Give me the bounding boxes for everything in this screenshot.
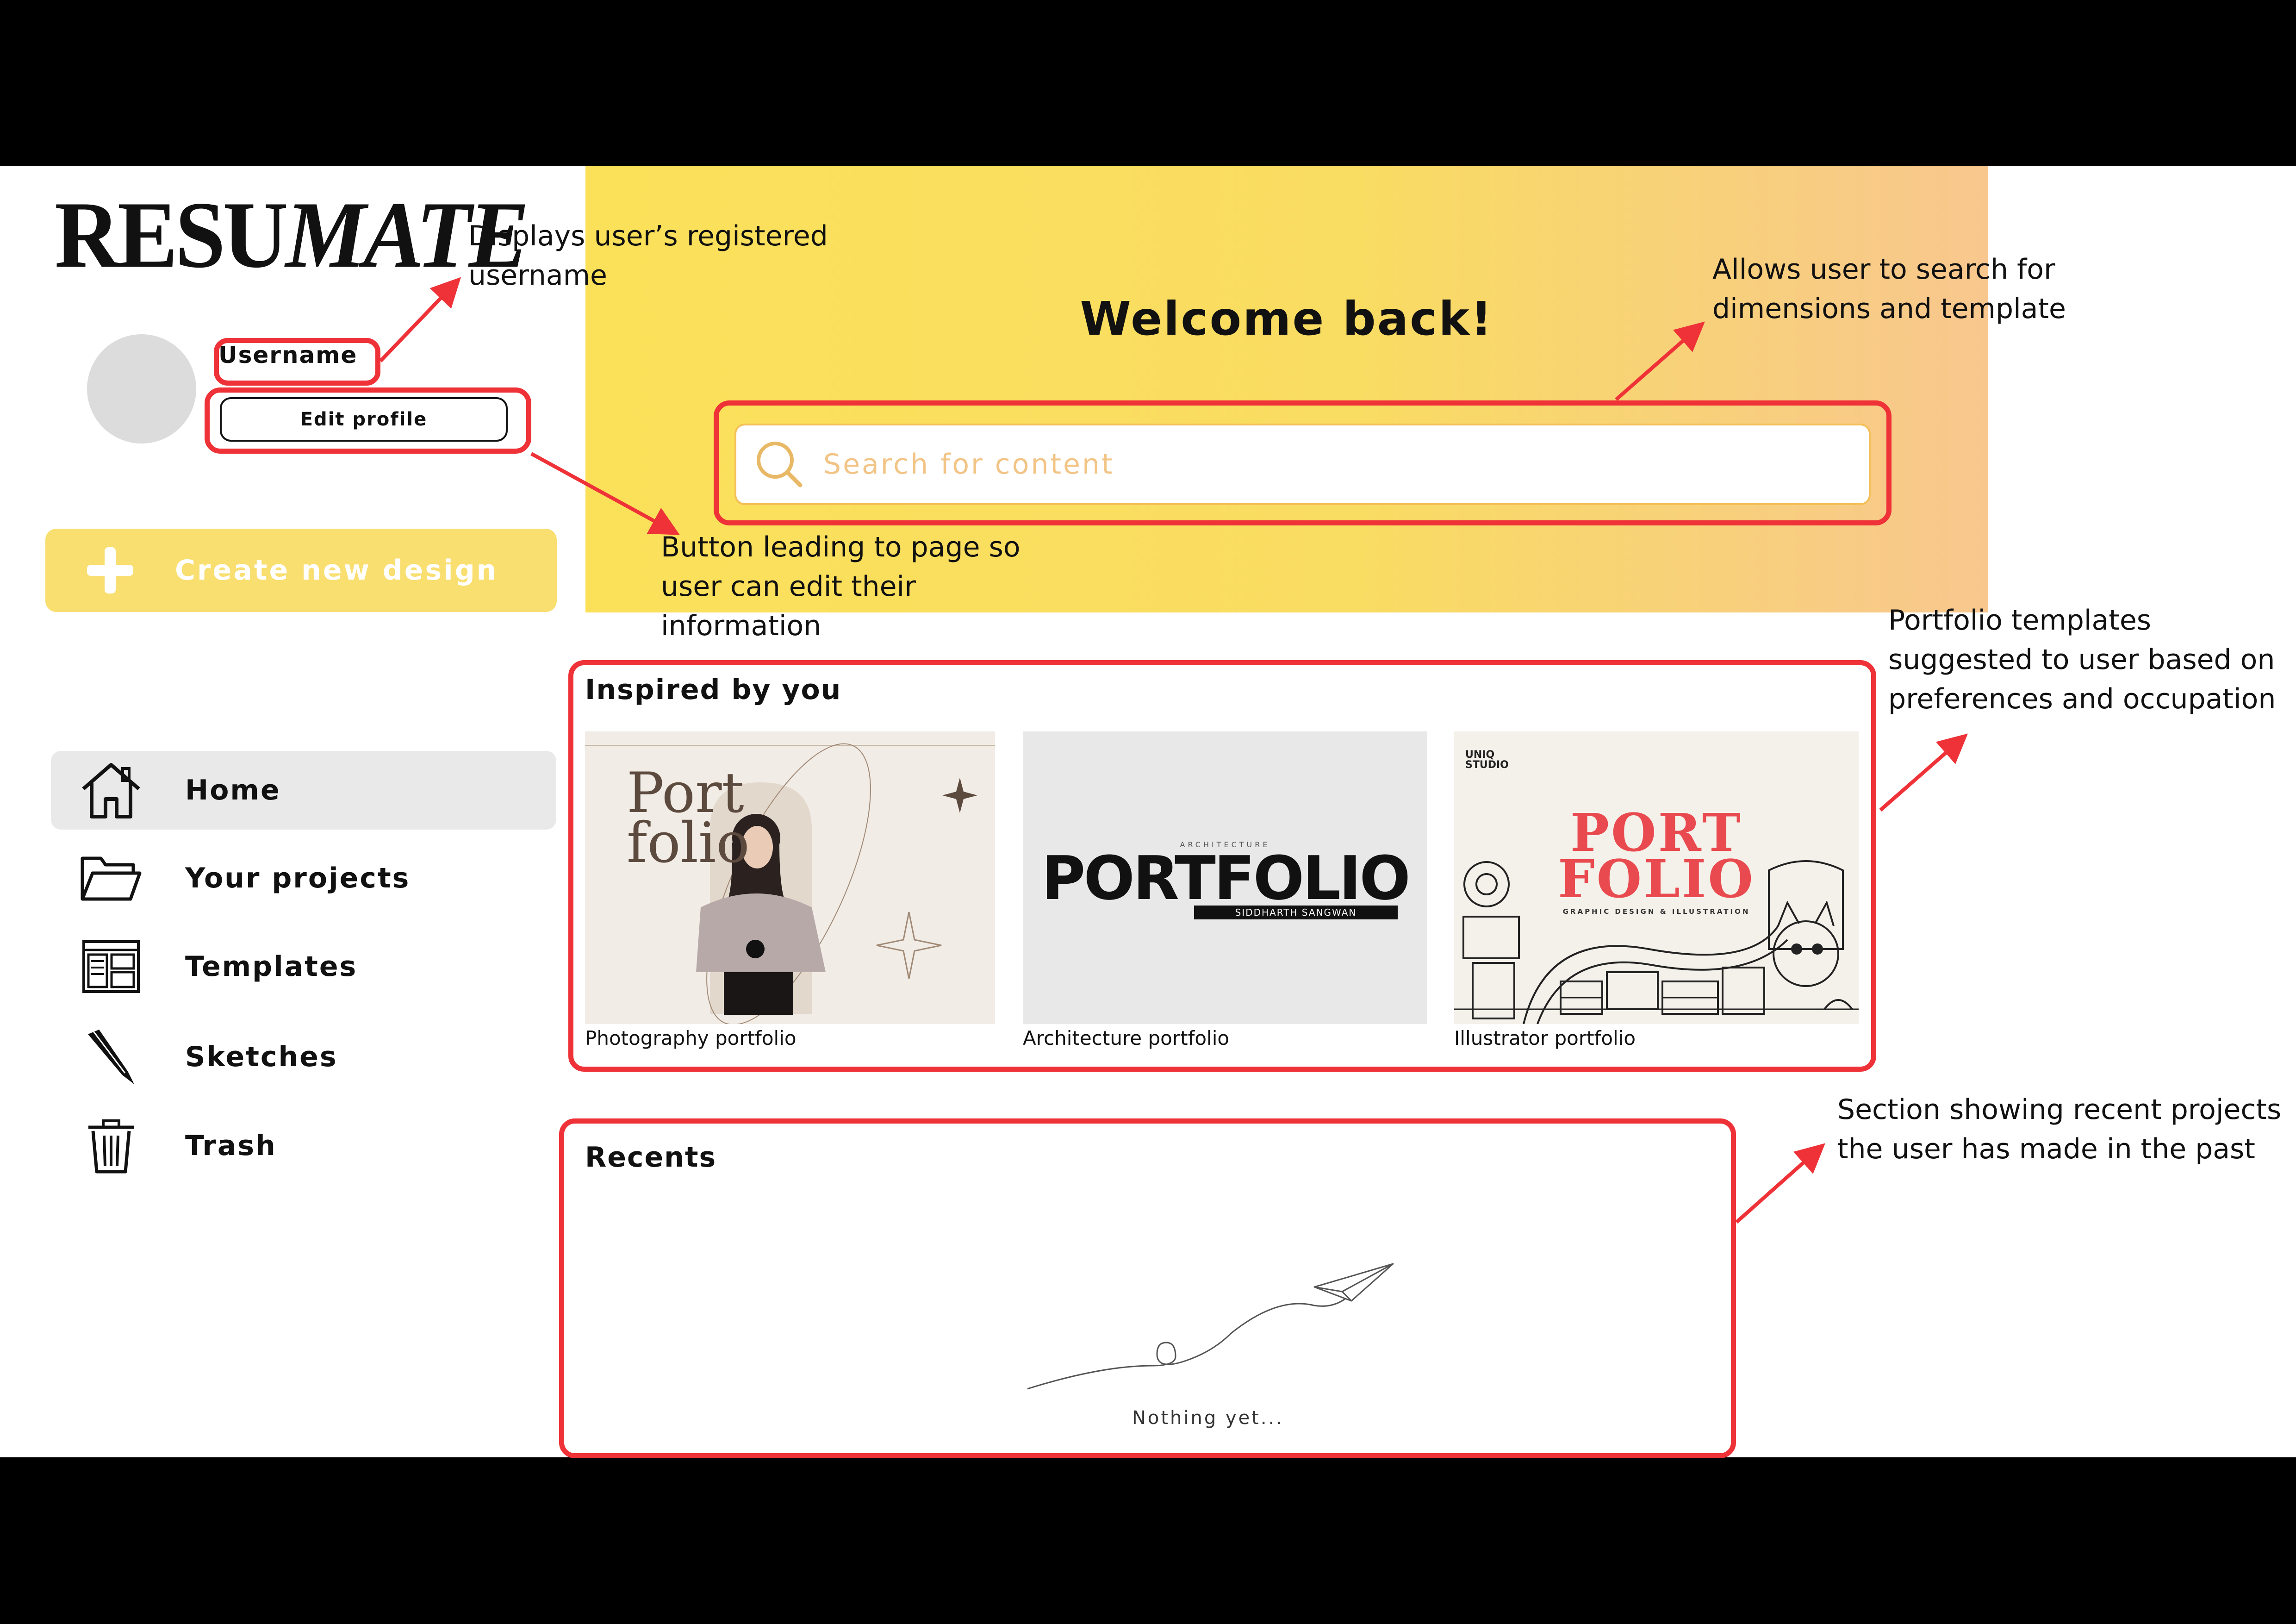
annotation-search: Allows user to search for dimensions and…: [1712, 253, 2066, 325]
annotation-arrows: [379, 277, 1968, 1224]
annotation-username: Displays user’s registered username: [468, 220, 828, 292]
annotation-recents: Section showing recent projects the user…: [1837, 1093, 2282, 1165]
annotation-edit-button: Button leading to page so user can edit …: [661, 531, 1020, 642]
annotation-templates: Portfolio templates suggested to user ba…: [1888, 604, 2276, 715]
